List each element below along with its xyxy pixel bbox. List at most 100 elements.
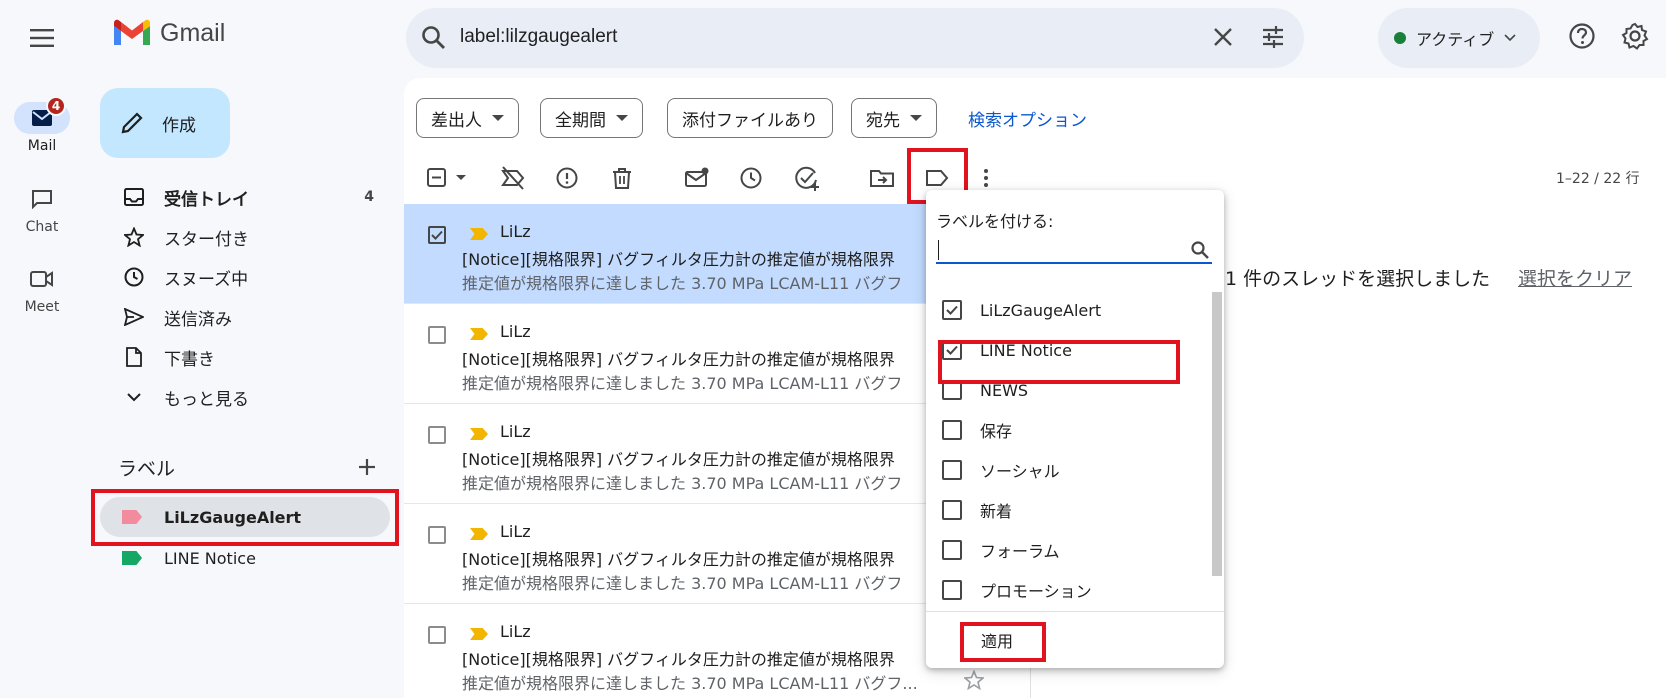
row-snippet: 推定値が規格限界に達しました 3.70 MPa LCAM-L11 バグフ — [462, 574, 903, 593]
sidebar-item-more[interactable]: もっと見る — [100, 379, 390, 415]
search-icon[interactable] — [420, 24, 448, 52]
sidebar-item-label: もっと見る — [164, 389, 249, 410]
labels-header: ラベル — [118, 458, 176, 480]
label-checkbox[interactable] — [942, 460, 962, 480]
status-label: アクティブ — [1416, 30, 1495, 49]
sidebar-item-inbox[interactable]: 受信トレイ 4 — [100, 179, 390, 215]
advanced-search-link[interactable]: 検索オプション — [968, 106, 1087, 131]
table-row[interactable]: LiLz [Notice][規格限界] バグフィルタ圧力計の推定値が規格限界 推… — [404, 204, 1008, 304]
filter-chip-from[interactable]: 差出人 — [416, 98, 519, 138]
mark-unimportant-icon[interactable] — [500, 164, 526, 192]
compose-button[interactable]: 作成 — [100, 88, 230, 158]
label-option[interactable]: プロモーション — [942, 570, 1092, 602]
label-menu-title: ラベルを付ける: — [936, 212, 1054, 231]
row-sender: LiLz — [500, 422, 531, 441]
gmail-logo[interactable]: Gmail — [112, 18, 225, 48]
star-icon[interactable] — [964, 670, 984, 690]
unread-count: 4 — [364, 189, 374, 205]
important-marker-icon[interactable] — [470, 428, 488, 440]
label-option[interactable]: 保存 — [942, 410, 1012, 450]
row-sender: LiLz — [500, 522, 531, 541]
label-checkbox[interactable] — [942, 420, 962, 440]
row-checkbox[interactable] — [428, 626, 446, 644]
mark-unread-icon[interactable] — [683, 164, 711, 192]
trash-icon[interactable] — [609, 164, 635, 192]
sidebar-item-snoozed[interactable]: スヌーズ中 — [100, 259, 390, 295]
sidebar-item-sent[interactable]: 送信済み — [100, 299, 390, 335]
row-subject: [Notice][規格限界] バグフィルタ圧力計の推定値が規格限界 — [462, 650, 895, 669]
row-checkbox[interactable] — [428, 326, 446, 344]
compose-label: 作成 — [162, 115, 196, 136]
row-sender: LiLz — [500, 322, 531, 341]
label-option[interactable]: LiLzGaugeAlert — [942, 290, 1101, 330]
sidebar-item-label: 受信トレイ — [164, 189, 249, 210]
status-dropdown[interactable]: アクティブ — [1378, 8, 1540, 68]
caret-down-icon — [910, 115, 922, 121]
clear-selection-link[interactable]: 選択をクリア — [1518, 264, 1632, 291]
chip-label: 添付ファイルあり — [682, 110, 818, 131]
caret-down-icon — [616, 115, 628, 121]
unread-badge: 4 — [46, 96, 66, 116]
status-dot — [1394, 32, 1406, 44]
table-row[interactable]: LiLz [Notice][規格限界] バグフィルタ圧力計の推定値が規格限界 推… — [404, 504, 1008, 604]
sidebar-item-label: 送信済み — [164, 309, 232, 330]
table-row[interactable]: LiLz [Notice][規格限界] バグフィルタ圧力計の推定値が規格限界 推… — [404, 604, 1008, 698]
row-subject: [Notice][規格限界] バグフィルタ圧力計の推定値が規格限界 — [462, 450, 895, 469]
add-task-icon[interactable] — [793, 164, 821, 192]
highlight-box — [938, 340, 1180, 384]
sidebar-label-text: LINE Notice — [164, 548, 256, 568]
important-marker-icon[interactable] — [470, 628, 488, 640]
main-menu-button[interactable] — [18, 20, 66, 56]
sidebar-item-starred[interactable]: スター付き — [100, 219, 390, 255]
close-icon[interactable] — [1210, 24, 1236, 50]
rail-item-chat[interactable]: Chat — [0, 183, 84, 235]
move-to-icon[interactable] — [869, 164, 895, 192]
label-option-text: LiLzGaugeAlert — [980, 300, 1102, 320]
row-snippet: 推定値が規格限界に達しました 3.70 MPa LCAM-L11 バグフ — [462, 474, 903, 493]
sidebar-item-drafts[interactable]: 下書き — [100, 339, 390, 375]
label-checkbox[interactable] — [942, 580, 962, 600]
important-marker-icon[interactable] — [470, 228, 488, 240]
label-option[interactable]: フォーラム — [942, 530, 1060, 570]
table-row[interactable]: LiLz [Notice][規格限界] バグフィルタ圧力計の推定値が規格限界 推… — [404, 404, 1008, 504]
filter-chip-attachment[interactable]: 添付ファイルあり — [667, 98, 833, 138]
gmail-m-icon — [114, 19, 150, 45]
label-option-text: 新着 — [980, 502, 1013, 521]
draft-icon — [122, 347, 146, 367]
table-row[interactable]: LiLz [Notice][規格限界] バグフィルタ圧力計の推定値が規格限界 推… — [404, 304, 1008, 404]
label-checkbox[interactable] — [942, 500, 962, 520]
filter-chip-date[interactable]: 全期間 — [540, 98, 643, 138]
row-checkbox[interactable] — [428, 526, 446, 544]
row-subject: [Notice][規格限界] バグフィルタ圧力計の推定値が規格限界 — [462, 350, 895, 369]
report-spam-icon[interactable] — [554, 164, 580, 192]
label-option[interactable]: ソーシャル — [942, 450, 1060, 490]
important-marker-icon[interactable] — [470, 528, 488, 540]
highlight-box — [960, 622, 1046, 662]
row-checkbox[interactable] — [428, 226, 446, 244]
app-name: Gmail — [160, 18, 226, 47]
label-checkbox[interactable] — [942, 300, 962, 320]
select-checkbox-icon[interactable] — [426, 164, 472, 192]
label-option-text: ソーシャル — [980, 462, 1060, 481]
label-option[interactable]: 新着 — [942, 490, 1012, 530]
text-cursor — [938, 240, 939, 260]
add-label-icon[interactable] — [356, 456, 378, 478]
tune-icon[interactable] — [1260, 24, 1286, 50]
search-input[interactable]: label:lilzgaugealert — [460, 26, 617, 48]
rail-item-meet[interactable]: Meet — [0, 263, 84, 315]
scrollbar[interactable] — [1212, 292, 1222, 576]
search-bar[interactable]: label:lilzgaugealert — [406, 8, 1304, 68]
rail-label: Meet — [24, 299, 60, 315]
rail-item-mail[interactable]: 4 Mail — [0, 96, 84, 154]
more-vert-icon[interactable] — [980, 164, 992, 192]
label-search-input[interactable] — [936, 238, 1212, 264]
row-checkbox[interactable] — [428, 426, 446, 444]
snooze-icon[interactable] — [738, 164, 764, 192]
caret-down-icon — [492, 115, 504, 121]
inbox-icon — [122, 188, 146, 206]
filter-chip-to[interactable]: 宛先 — [851, 98, 937, 138]
label-checkbox[interactable] — [942, 540, 962, 560]
help-icon[interactable] — [1568, 22, 1596, 50]
important-marker-icon[interactable] — [470, 328, 488, 340]
gear-icon[interactable] — [1621, 22, 1649, 50]
